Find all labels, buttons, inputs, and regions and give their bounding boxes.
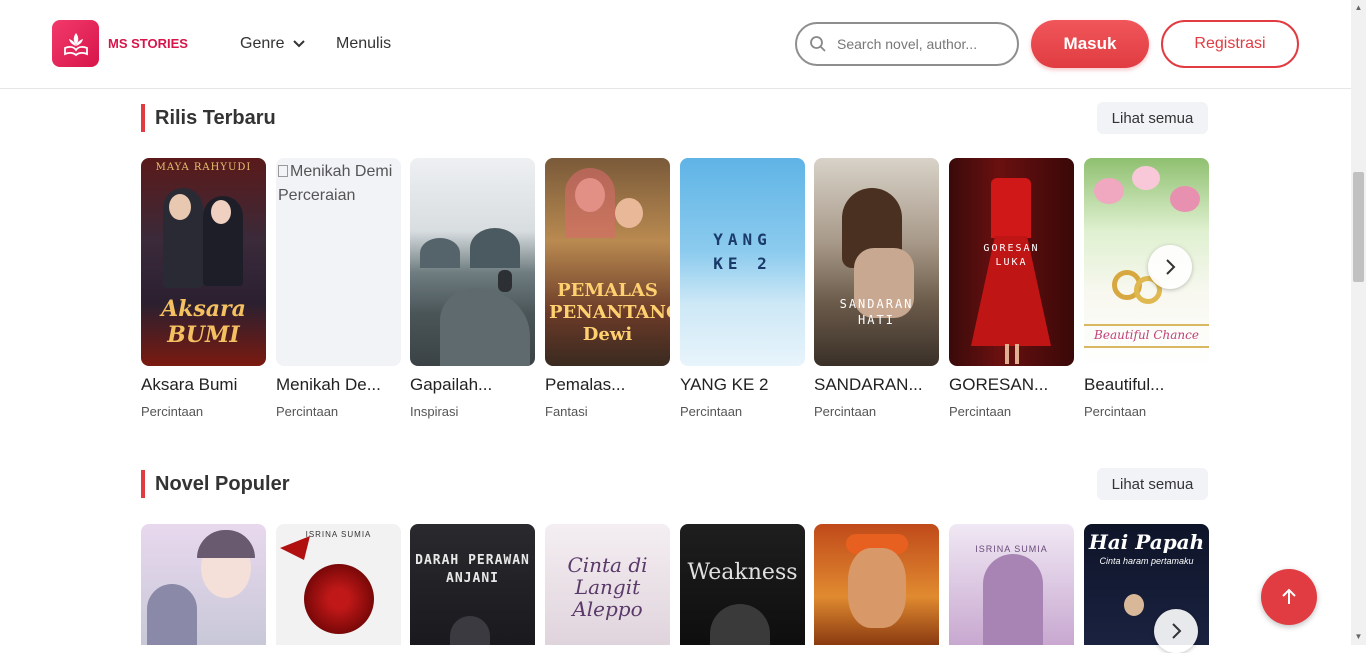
brand-name: MS STORIES — [108, 36, 188, 51]
cover-subtitle: Cinta haram pertamaku — [1099, 556, 1194, 566]
nav-genre[interactable]: Genre — [240, 35, 306, 53]
scrollbar-thumb[interactable] — [1353, 172, 1364, 282]
nav-menulis[interactable]: Menulis — [336, 35, 391, 53]
book-genre: Inspirasi — [410, 404, 459, 419]
section-title-latest: Rilis Terbaru — [141, 104, 276, 132]
book-cover: SANDARAN HATI — [814, 158, 939, 366]
nav-menulis-label: Menulis — [336, 35, 392, 52]
book-cover: Menikah Demi Perceraian — [276, 158, 401, 366]
book-card[interactable]: Cinta di Langit Aleppo — [545, 524, 670, 645]
book-cover: ISRINA SUMIA — [949, 524, 1074, 645]
book-genre: Percintaan — [141, 404, 204, 419]
search-box — [795, 22, 1019, 66]
book-cover — [141, 524, 266, 645]
book-card[interactable]: YANG KE 2 YANG KE 2 Percintaan — [680, 158, 805, 419]
book-title: Pemalas... — [545, 375, 626, 394]
book-card[interactable]: MAYA RAHYUDI Aksara BUMI Aksara Bumi Per… — [141, 158, 266, 419]
book-title: GORESAN... — [949, 375, 1049, 394]
book-genre: Percintaan — [1084, 404, 1147, 419]
top-navbar: MS STORIES Genre Menulis Masuk Registras… — [0, 0, 1351, 89]
section-title-popular: Novel Populer — [141, 470, 289, 498]
book-cover: GORESAN LUKA — [949, 158, 1074, 366]
back-to-top-button[interactable] — [1261, 569, 1317, 625]
book-cover: MAYA RAHYUDI Aksara BUMI — [141, 158, 266, 366]
book-card[interactable]: Menikah Demi Perceraian Menikah De... Pe… — [276, 158, 401, 419]
book-genre: Percintaan — [949, 404, 1012, 419]
book-card[interactable]: DARAH PERAWAN ANJANI — [410, 524, 535, 645]
book-card[interactable]: Beautiful Chance Beautiful... Percintaan — [1084, 158, 1209, 419]
search-icon — [810, 36, 826, 52]
book-genre: Percintaan — [680, 404, 743, 419]
see-all-latest-button[interactable]: Lihat semua — [1097, 102, 1208, 134]
book-card[interactable]: PEMALAS PENANTANG Dewi Pemalas... Fantas… — [545, 158, 670, 419]
book-genre: Percintaan — [276, 404, 339, 419]
login-button[interactable]: Masuk — [1031, 20, 1149, 68]
book-title: Menikah De... — [276, 375, 381, 394]
search-input[interactable] — [837, 36, 1002, 52]
book-card[interactable]: ISRINA SUMIA — [276, 524, 401, 645]
cover-title: Cinta di Langit Aleppo — [567, 553, 648, 621]
cover-title: Beautiful Chance — [1094, 328, 1199, 342]
chevron-right-icon — [1172, 623, 1182, 639]
cover-author: ISRINA SUMIA — [305, 530, 372, 539]
book-cover — [410, 158, 535, 366]
book-card[interactable]: Gapailah... Inspirasi — [410, 158, 535, 419]
book-cover: Weakness — [680, 524, 805, 645]
book-cover: YANG KE 2 — [680, 158, 805, 366]
cover-title: SANDARAN HATI — [839, 297, 914, 327]
scroll-down-icon[interactable]: ▼ — [1353, 632, 1364, 642]
book-card[interactable] — [141, 524, 266, 645]
cover-title: Weakness — [687, 560, 798, 585]
cover-title: Aksara BUMI — [161, 296, 246, 348]
cover-alt-text: Menikah Demi Perceraian — [278, 163, 393, 204]
page-scrollbar[interactable] — [1351, 0, 1366, 645]
book-cover: DARAH PERAWAN ANJANI — [410, 524, 535, 645]
book-card[interactable]: GORESAN LUKA GORESAN... Percintaan — [949, 158, 1074, 419]
chevron-down-icon — [293, 40, 306, 48]
arrow-up-icon — [1282, 588, 1296, 604]
book-title: YANG KE 2 — [680, 375, 769, 394]
scroll-up-icon[interactable]: ▲ — [1353, 3, 1364, 13]
cover-author: MAYA RAHYUDI — [155, 162, 252, 173]
cover-title: GORESAN LUKA — [983, 243, 1040, 268]
carousel-next-latest-button[interactable] — [1148, 245, 1192, 289]
nav-genre-label: Genre — [240, 35, 285, 52]
book-cover: ISRINA SUMIA — [276, 524, 401, 645]
book-title: Beautiful... — [1084, 375, 1165, 394]
book-cover — [814, 524, 939, 645]
cover-title: Hai Papah — [1088, 530, 1205, 554]
cover-title: PEMALAS PENANTANG Dewi — [549, 280, 670, 345]
book-cover: PEMALAS PENANTANG Dewi — [545, 158, 670, 366]
book-genre: Fantasi — [545, 404, 588, 419]
carousel-next-popular-button[interactable] — [1154, 609, 1198, 653]
book-logo-icon — [52, 20, 99, 67]
cover-title: YANG KE 2 — [713, 230, 772, 273]
chevron-right-icon — [1166, 259, 1176, 275]
see-all-popular-button[interactable]: Lihat semua — [1097, 468, 1208, 500]
book-card[interactable]: Weakness — [680, 524, 805, 645]
book-title: SANDARAN... — [814, 375, 923, 394]
brand-logo[interactable]: MS STORIES — [52, 20, 188, 67]
book-title: Gapailah... — [410, 375, 493, 394]
book-card[interactable] — [814, 524, 939, 645]
broken-image-alt: Menikah Demi Perceraian — [276, 160, 401, 208]
cover-title: DARAH PERAWAN ANJANI — [415, 553, 530, 586]
book-title: Aksara Bumi — [141, 375, 238, 394]
register-button[interactable]: Registrasi — [1161, 20, 1299, 68]
broken-image-icon — [278, 165, 288, 177]
book-card[interactable]: SANDARAN HATI SANDARAN... Percintaan — [814, 158, 939, 419]
book-genre: Percintaan — [814, 404, 877, 419]
book-card[interactable]: ISRINA SUMIA — [949, 524, 1074, 645]
cover-author: ISRINA SUMIA — [975, 544, 1048, 554]
book-cover: Cinta di Langit Aleppo — [545, 524, 670, 645]
